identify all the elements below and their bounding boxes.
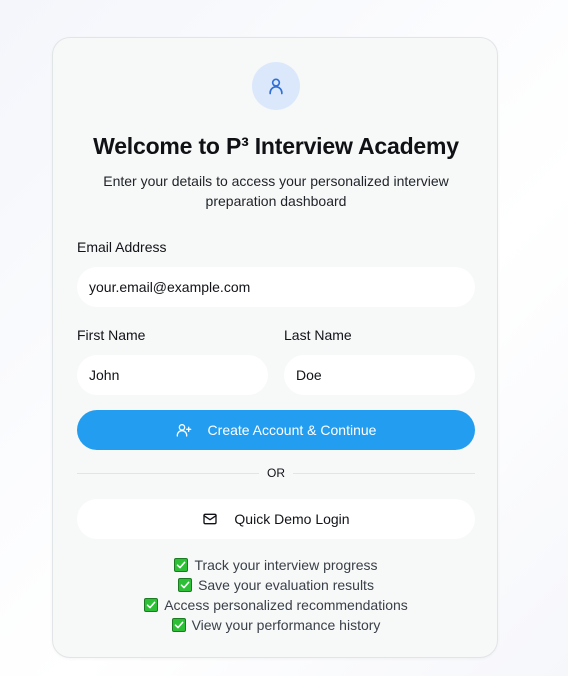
list-item: Access personalized recommendations [53, 595, 499, 615]
user-plus-icon [176, 422, 192, 438]
quick-demo-login-button[interactable]: Quick Demo Login [77, 499, 475, 539]
feature-text: Access personalized recommendations [164, 597, 408, 613]
feature-text: View your performance history [191, 617, 381, 633]
user-icon [266, 76, 286, 96]
first-name-label: First Name [77, 327, 146, 343]
email-field[interactable]: your.email@example.com [77, 267, 475, 307]
avatar [252, 62, 300, 110]
list-item: Save your evaluation results [53, 575, 499, 595]
feature-list: Track your interview progress Save your … [53, 555, 499, 635]
feature-text: Save your evaluation results [198, 577, 374, 593]
check-icon [171, 618, 186, 632]
last-name-field[interactable]: Doe [284, 355, 475, 395]
list-item: View your performance history [53, 615, 499, 635]
login-card: Welcome to P³ Interview Academy Enter yo… [52, 37, 498, 658]
create-account-button[interactable]: Create Account & Continue [77, 410, 475, 450]
check-icon [178, 578, 193, 592]
page-subtitle: Enter your details to access your person… [103, 173, 449, 209]
mail-icon [202, 511, 218, 527]
list-item: Track your interview progress [53, 555, 499, 575]
check-icon [144, 598, 159, 612]
email-label: Email Address [77, 239, 167, 255]
create-account-label: Create Account & Continue [207, 422, 377, 438]
last-name-label: Last Name [284, 327, 352, 343]
page-title: Welcome to P³ Interview Academy [93, 133, 459, 159]
quick-demo-login-label: Quick Demo Login [234, 511, 350, 527]
feature-text: Track your interview progress [194, 557, 378, 573]
check-icon [174, 558, 189, 572]
first-name-field[interactable]: John [77, 355, 268, 395]
divider-text: OR [259, 465, 293, 481]
